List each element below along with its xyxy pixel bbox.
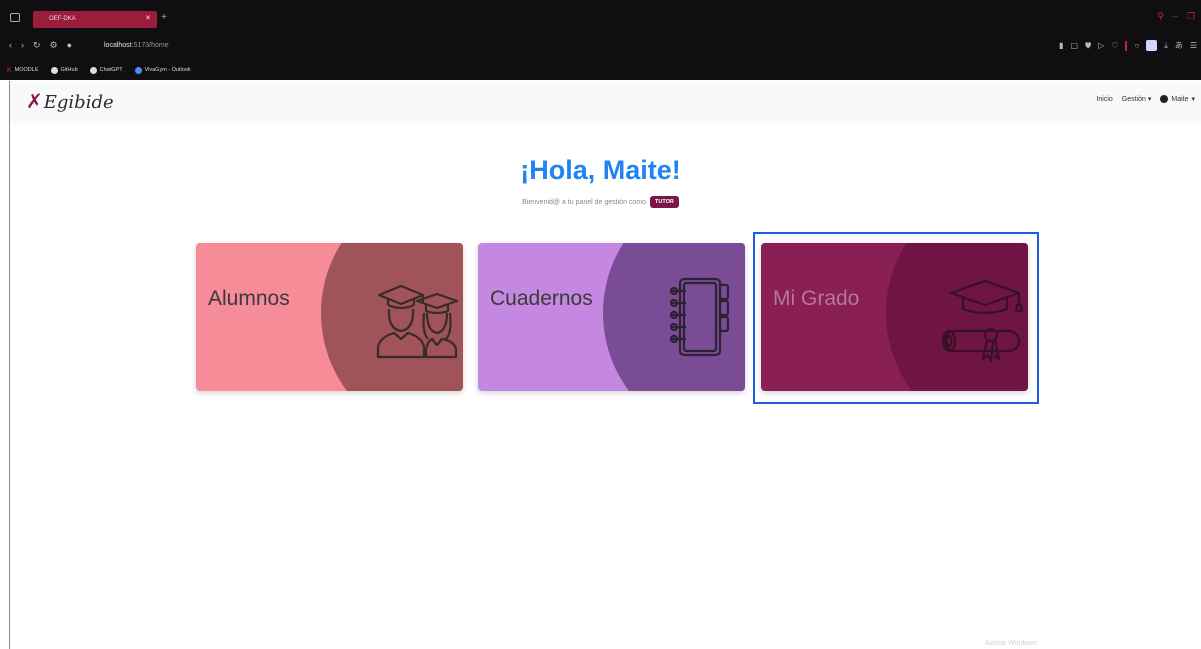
url-field[interactable]: localhost:5173/home: [104, 42, 169, 49]
students-icon: [376, 284, 459, 359]
bookmark-moodle[interactable]: K MOODLE: [7, 67, 39, 74]
extension-icon[interactable]: [1146, 40, 1158, 51]
play-icon[interactable]: ▷: [1098, 41, 1104, 50]
shield-icon[interactable]: ⛊: [1085, 41, 1091, 51]
focus-outline: [753, 232, 1039, 404]
card-label: Cuadernos: [490, 287, 593, 310]
onedrive-icon: [134, 66, 142, 74]
back-icon[interactable]: ‹: [9, 40, 12, 51]
new-tab-icon[interactable]: +: [161, 12, 167, 23]
browser-tab-title: OEF-DKA: [49, 16, 76, 22]
caret-down-icon: ▾: [1147, 96, 1152, 103]
card-label: Alumnos: [208, 287, 290, 310]
bookmark-label: ChatGPT: [99, 67, 123, 73]
forward-icon[interactable]: ›: [21, 40, 24, 51]
card-alumnos[interactable]: Alumnos: [196, 243, 463, 391]
tab-bar: OEF-DKA ✕ + ⚲ – ❐: [0, 8, 1201, 30]
address-bar: ‹ › ↻ ⚙ ● localhost:5173/home ▮ ▢ ⛊ ▷ ♡ …: [0, 38, 1201, 56]
chat-icon[interactable]: ○: [1134, 41, 1139, 50]
moodle-icon: K: [7, 66, 12, 74]
welcome-text: Bienvenid@ a tu panel de gestión como: [522, 198, 647, 206]
download-icon[interactable]: ⤓: [1164, 41, 1168, 51]
bookmark-github[interactable]: GitHub: [50, 66, 78, 74]
close-tab-icon[interactable]: ✕: [145, 14, 151, 22]
caret-down-icon: ▾: [1191, 96, 1195, 103]
search-icon[interactable]: ⚲: [1157, 11, 1164, 22]
nav-gestion[interactable]: Gestión ▾: [1122, 95, 1152, 103]
tab-icon[interactable]: ▢: [1071, 41, 1079, 50]
github-icon: [50, 66, 58, 74]
user-icon: [1160, 95, 1169, 103]
nav-gestion-label: Gestión: [1121, 96, 1146, 103]
bookmark-label: VivaGym - Outlook: [144, 67, 191, 73]
nav-controls: ‹ › ↻ ⚙ ●: [9, 40, 72, 51]
window-controls: ⚲ – ❐: [1157, 11, 1195, 22]
card-cuadernos[interactable]: Cuadernos: [478, 243, 745, 391]
nav-user-menu[interactable]: Maite ▾: [1160, 95, 1195, 103]
toolbar-divider: [1125, 40, 1128, 51]
bookmark-label: GitHub: [60, 67, 78, 73]
tab-list-icon[interactable]: [10, 13, 20, 22]
logo-mark-icon: ✗: [26, 89, 43, 113]
app-navbar: ✗Egibide Inicio Gestión ▾ Maite ▾: [10, 81, 1201, 123]
maximize-icon[interactable]: ❐: [1187, 11, 1195, 22]
bookmark-chatgpt[interactable]: ChatGPT: [89, 66, 123, 74]
logo-text: Egibide: [43, 92, 114, 113]
globe-icon: ●: [66, 40, 73, 50]
minimize-icon[interactable]: –: [1173, 11, 1178, 22]
chatgpt-icon: [89, 66, 97, 74]
heart-icon[interactable]: ♡: [1111, 41, 1118, 50]
welcome-subtitle: Bienvenid@ a tu panel de gestión como TU…: [0, 196, 1201, 208]
bookmark-label: MOODLE: [14, 67, 39, 73]
egibide-logo[interactable]: ✗Egibide: [26, 89, 114, 113]
site-info-icon[interactable]: ⚙: [50, 40, 58, 51]
url-path: :5173/home: [131, 42, 169, 49]
page-title: ¡Hola, Maite!: [520, 155, 681, 185]
user-name: Maite: [1171, 95, 1189, 103]
nav-menu: Inicio Gestión ▾ Maite ▾: [1096, 95, 1195, 103]
translate-icon[interactable]: あ: [1175, 40, 1183, 51]
menu-icon[interactable]: ☰: [1190, 41, 1197, 50]
activate-windows-watermark: Activar Windows: [985, 640, 1037, 647]
nav-inicio[interactable]: Inicio: [1096, 96, 1112, 103]
browser-tab[interactable]: OEF-DKA ✕: [33, 11, 157, 28]
browser-chrome: OEF-DKA ✕ + ⚲ – ❐ ‹ › ↻ ⚙ ● localhost:51…: [0, 0, 1201, 80]
bookmark-outlook[interactable]: VivaGym - Outlook: [134, 66, 191, 74]
url-host: localhost: [104, 42, 132, 49]
extensions-bar: ▮ ▢ ⛊ ▷ ♡ ○ ⤓ あ ☰: [1059, 40, 1197, 51]
bookmarks-bar: K MOODLE GitHub ChatGPT VivaGym - Outloo…: [0, 63, 1201, 77]
reload-icon[interactable]: ↻: [33, 40, 41, 51]
role-badge: TUTOR: [649, 196, 679, 208]
notebook-icon: [670, 277, 730, 357]
bookmark-icon[interactable]: ▮: [1059, 41, 1063, 50]
